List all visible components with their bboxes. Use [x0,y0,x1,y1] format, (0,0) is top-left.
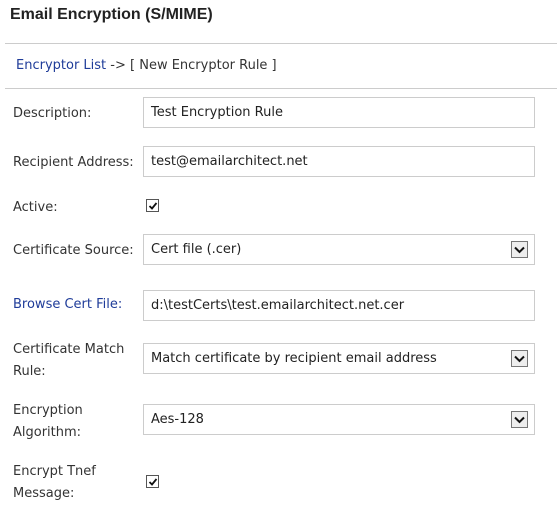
chevron-down-icon [514,246,525,253]
description-input[interactable]: Test Encryption Rule [143,97,535,128]
label-line: Encrypt Tnef [13,464,96,479]
encrypt-tnef-checkbox[interactable] [146,475,159,488]
encrypt-tnef-label: Encrypt Tnef Message: [13,461,96,505]
certificate-match-rule-select[interactable]: Match certificate by recipient email add… [143,343,535,374]
divider [5,88,557,89]
recipient-address-input[interactable]: test@emailarchitect.net [143,146,535,177]
encryption-algorithm-value: Aes-128 [151,412,204,427]
dropdown-button[interactable] [511,241,528,258]
page-title: Email Encryption (S/MIME) [10,6,213,23]
label-line: Certificate Match [13,342,125,357]
dropdown-button[interactable] [511,411,528,428]
encryption-algorithm-label: Encryption Algorithm: [13,400,83,444]
encryption-algorithm-select[interactable]: Aes-128 [143,404,535,435]
chevron-down-icon [514,416,525,423]
label-line: Encryption [13,403,83,418]
certificate-match-rule-label: Certificate Match Rule: [13,339,124,383]
cert-file-path-input[interactable]: d:\testCerts\test.emailarchitect.net.cer [143,290,535,321]
breadcrumb-current: [ New Encryptor Rule ] [130,58,277,73]
checkmark-icon [148,477,157,486]
label-line: Message: [13,486,75,501]
checkmark-icon [148,201,157,210]
label-line: Rule: [13,364,46,379]
label-line: Algorithm: [13,425,82,440]
divider [5,43,557,44]
recipient-address-label: Recipient Address: [13,155,134,170]
certificate-source-value: Cert file (.cer) [151,242,242,257]
chevron-down-icon [514,355,525,362]
browse-cert-file-link[interactable]: Browse Cert File: [13,294,122,316]
breadcrumb: Encryptor List -> [ New Encryptor Rule ] [16,58,277,73]
certificate-match-rule-value: Match certificate by recipient email add… [151,351,437,366]
certificate-source-label: Certificate Source: [13,243,134,258]
active-checkbox[interactable] [146,199,159,212]
description-label: Description: [13,106,92,121]
active-label: Active: [13,200,58,215]
dropdown-button[interactable] [511,350,528,367]
breadcrumb-separator: -> [106,58,131,73]
certificate-source-select[interactable]: Cert file (.cer) [143,234,535,265]
breadcrumb-encryptor-list-link[interactable]: Encryptor List [16,58,106,73]
